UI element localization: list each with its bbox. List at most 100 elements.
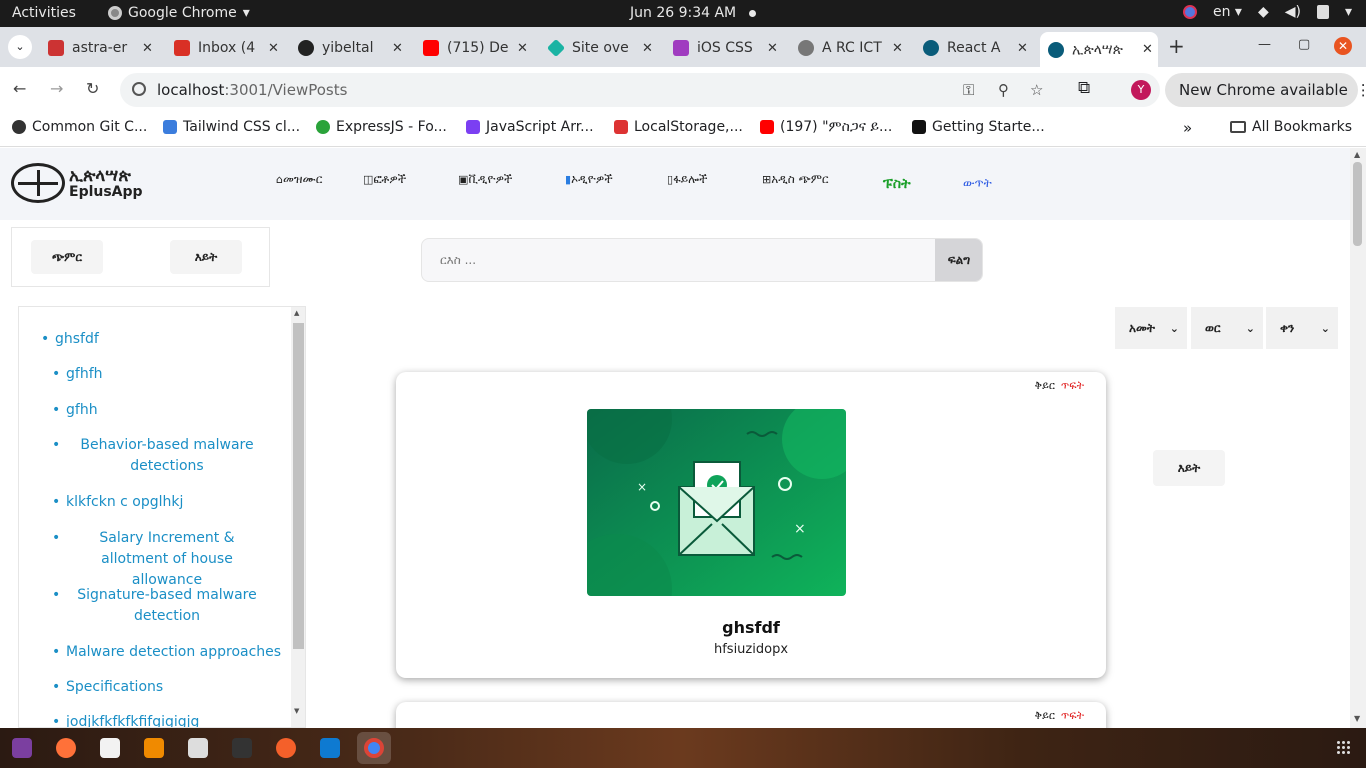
search-button[interactable]: ፍልግ xyxy=(935,239,982,281)
tab-1[interactable]: astra-er ✕ xyxy=(40,32,153,64)
bookmark-item[interactable]: LocalStorage,... xyxy=(614,119,743,135)
new-tab-icon[interactable]: + xyxy=(1168,34,1185,58)
close-tab-icon[interactable]: ✕ xyxy=(517,41,528,56)
view-button-right[interactable]: እይት xyxy=(1153,450,1225,486)
terminal-icon[interactable] xyxy=(232,738,252,758)
list-item[interactable]: • gfhh xyxy=(52,400,98,421)
day-select[interactable]: ቀን ⌄ xyxy=(1266,307,1338,349)
bookmark-item[interactable]: Tailwind CSS cl... xyxy=(163,119,300,135)
list-item[interactable]: • jodjkfkfkfkfifgigigjg xyxy=(52,712,199,727)
scroll-down-icon[interactable]: ▼ xyxy=(1354,714,1360,723)
wifi-icon[interactable]: ◆ xyxy=(1258,4,1269,20)
edit-link[interactable]: ቅይር xyxy=(1035,379,1055,392)
nav-music[interactable]: ⌂መዝሙር xyxy=(276,172,322,187)
list-item[interactable]: • Behavior-based malware detections xyxy=(52,435,268,477)
tab-active[interactable]: ኢጵላሣጵ ✕ xyxy=(1040,32,1158,67)
bookmark-item[interactable]: Common Git C... xyxy=(12,119,147,135)
nav-files[interactable]: ▯ፋይሎች xyxy=(667,172,707,187)
new-chrome-available-button[interactable]: New Chrome available ⋮ xyxy=(1165,73,1366,107)
scroll-down-icon[interactable]: ▼ xyxy=(294,707,299,715)
clock[interactable]: Jun 26 9:34 AM xyxy=(630,5,736,21)
profile-avatar[interactable]: Y xyxy=(1131,80,1151,100)
app-menu[interactable]: Google Chrome ▾ xyxy=(108,5,250,21)
bookmark-star-icon[interactable]: ☆ xyxy=(1030,81,1043,99)
add-button[interactable]: ጭምር xyxy=(31,240,103,274)
address-bar[interactable]: localhost:3001/ViewPosts ⚿ ⚲ ☆ xyxy=(120,73,1160,107)
vlc-icon[interactable] xyxy=(144,738,164,758)
tab-6[interactable]: iOS CSS ✕ xyxy=(665,32,778,64)
list-item[interactable]: • Malware detection approaches xyxy=(52,642,281,663)
tab-8[interactable]: React A ✕ xyxy=(915,32,1028,64)
close-tab-icon[interactable]: ✕ xyxy=(642,41,653,56)
site-info-icon[interactable] xyxy=(132,82,146,96)
maximize-icon[interactable]: ▢ xyxy=(1298,37,1310,52)
search-input[interactable] xyxy=(422,239,935,281)
nav-audio[interactable]: ▮ኦዲዮዎች xyxy=(565,172,613,187)
postman-icon[interactable] xyxy=(276,738,296,758)
nav-videos[interactable]: ▣ቪዲዮዎች xyxy=(458,172,512,187)
app-logo[interactable]: ኢጵላሣጵ EplusApp xyxy=(11,163,149,203)
close-tab-icon[interactable]: ✕ xyxy=(892,41,903,56)
reload-icon[interactable]: ↻ xyxy=(86,79,99,98)
tab-4[interactable]: (715) De ✕ xyxy=(415,32,528,64)
delete-link[interactable]: ጥፍት xyxy=(1061,709,1084,722)
nav-images[interactable]: ◫ፎቶዎች xyxy=(363,172,406,187)
power-menu-icon[interactable]: ▾ xyxy=(1345,4,1352,20)
tab-5[interactable]: Site ove ✕ xyxy=(540,32,653,64)
close-tab-icon[interactable]: ✕ xyxy=(1142,42,1153,57)
tab-search-icon[interactable]: ⌄ xyxy=(8,35,32,59)
back-icon[interactable]: ← xyxy=(13,79,26,98)
close-tab-icon[interactable]: ✕ xyxy=(392,41,403,56)
tab-2[interactable]: Inbox (4 ✕ xyxy=(166,32,279,64)
activities-button[interactable]: Activities xyxy=(12,5,76,21)
battery-icon[interactable] xyxy=(1316,5,1329,19)
close-tab-icon[interactable]: ✕ xyxy=(767,41,778,56)
close-tab-icon[interactable]: ✕ xyxy=(1017,41,1028,56)
firefox-icon[interactable] xyxy=(56,738,76,758)
list-item[interactable]: • klkfckn c opglhkj xyxy=(52,492,183,513)
year-select[interactable]: አመት ⌄ xyxy=(1115,307,1187,349)
vscode-icon[interactable] xyxy=(320,738,340,758)
bookmark-item[interactable]: ExpressJS - Fo... xyxy=(316,119,447,135)
scroll-up-icon[interactable]: ▲ xyxy=(294,309,299,317)
delete-link[interactable]: ጥፍት xyxy=(1061,379,1084,392)
media-player-icon[interactable] xyxy=(12,738,32,758)
url-text[interactable]: localhost:3001/ViewPosts xyxy=(157,81,347,99)
app-grid-icon[interactable] xyxy=(1337,741,1351,755)
list-item[interactable]: • gfhfh xyxy=(52,364,103,385)
list-item[interactable]: • Specifications xyxy=(52,677,163,698)
zoom-icon[interactable]: ⚲ xyxy=(998,81,1009,99)
all-bookmarks[interactable]: All Bookmarks xyxy=(1230,119,1352,135)
view-button[interactable]: እይት xyxy=(170,240,242,274)
scrollbar-thumb[interactable] xyxy=(293,323,304,649)
bookmark-item[interactable]: JavaScript Arr... xyxy=(466,119,594,135)
extensions-icon[interactable]: ⧉ xyxy=(1078,78,1090,98)
language-selector[interactable]: en ▾ xyxy=(1213,4,1242,20)
bookmarks-more-icon[interactable]: » xyxy=(1183,119,1192,137)
nav-logout[interactable]: ውጥት xyxy=(963,176,992,191)
close-tab-icon[interactable]: ✕ xyxy=(142,41,153,56)
tab-3[interactable]: yibeltal ✕ xyxy=(290,32,403,64)
key-icon[interactable]: ⚿ xyxy=(963,81,974,99)
list-scrollbar[interactable]: ▲ ▼ xyxy=(291,307,305,727)
bookmark-item[interactable]: Getting Starte... xyxy=(912,119,1045,135)
edit-link[interactable]: ቅይር xyxy=(1035,709,1055,722)
close-tab-icon[interactable]: ✕ xyxy=(268,41,279,56)
bookmark-item[interactable]: (197) "ምስጋና ይ... xyxy=(760,119,892,135)
volume-icon[interactable]: ◀) xyxy=(1285,4,1301,20)
page-scrollbar[interactable]: ▲ ▼ xyxy=(1350,148,1366,728)
nav-new-add[interactable]: ⊞አዲስ ጭምር xyxy=(762,172,829,187)
tab-7[interactable]: A RC ICT ✕ xyxy=(790,32,903,64)
chrome-dock-active[interactable] xyxy=(357,732,391,764)
post-title[interactable]: ghsfdf xyxy=(396,618,1106,637)
list-item[interactable]: • Signature-based malware detection xyxy=(52,585,268,627)
forward-icon[interactable]: → xyxy=(50,79,63,98)
nav-post[interactable]: ፑስት xyxy=(883,176,911,192)
list-item[interactable]: • ghsfdf xyxy=(41,329,99,350)
scroll-up-icon[interactable]: ▲ xyxy=(1354,150,1360,159)
month-select[interactable]: ወር ⌄ xyxy=(1191,307,1263,349)
scrollbar-thumb[interactable] xyxy=(1353,162,1362,246)
list-item[interactable]: • Salary Increment & allotment of house a… xyxy=(52,528,268,591)
text-editor-icon[interactable] xyxy=(100,738,120,758)
window-close-icon[interactable]: ✕ xyxy=(1334,37,1352,55)
